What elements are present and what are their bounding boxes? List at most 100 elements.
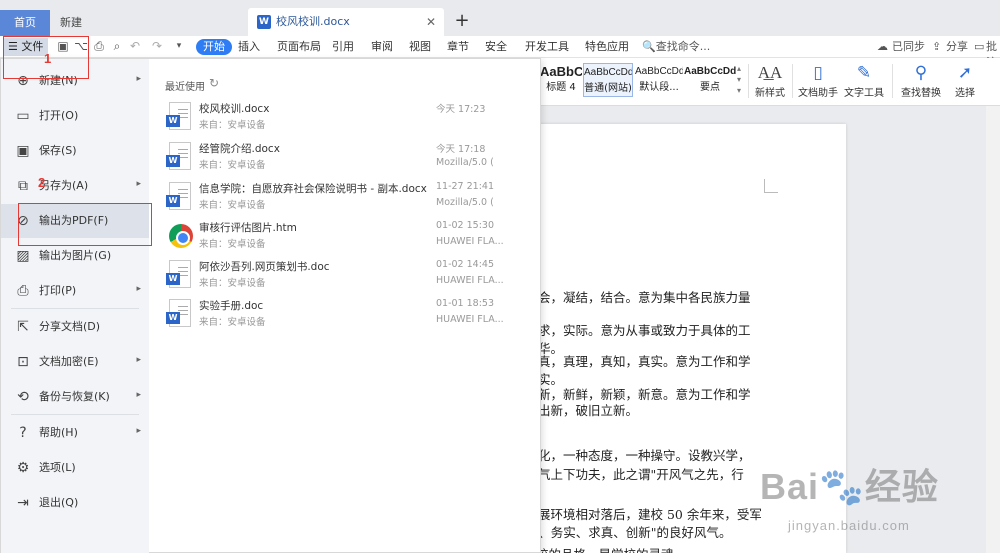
page-corner-mark <box>764 179 778 193</box>
recent-file-item[interactable]: W 信息学院：自愿放弃社会保险说明书 - 副本.docx 来自：安卓设备 11-… <box>161 179 531 217</box>
tab-new[interactable]: 新建 <box>50 10 248 36</box>
recent-file-item[interactable]: W 经管院介绍.docx 来自：安卓设备 今天 17:18 Mozilla/5.… <box>161 139 531 177</box>
image-icon: ▨ <box>16 248 30 264</box>
menu-item-backup[interactable]: ⟲ 备份与恢复(K) ▸ <box>1 380 149 414</box>
menu-item-save-as[interactable]: ⧉ 另存为(A) ▸ <box>1 169 149 203</box>
save-icon: ▣ <box>16 143 30 159</box>
tab-references[interactable]: 引用 <box>332 39 354 55</box>
style-key-points[interactable]: AaBbCcDd 要点 <box>684 63 736 97</box>
new-style-button[interactable]: A͟A 新样式 <box>752 62 788 99</box>
help-icon: ? <box>19 425 27 441</box>
close-tab-icon[interactable]: ✕ <box>426 8 436 36</box>
menu-item-share[interactable]: ⇱ 分享文档(D) <box>1 310 149 344</box>
print-preview-icon[interactable]: ⌕ <box>110 39 124 53</box>
select-button[interactable]: ➚ 选择 <box>950 62 980 99</box>
tab-page-layout[interactable]: 页面布局 <box>277 39 321 55</box>
file-menu-commands: ⊕ 新建(N) ▸ ▭ 打开(O) ▣ 保存(S) ⧉ 另存为(A) ▸ ⊘ 输… <box>1 59 149 553</box>
customize-dropdown-icon[interactable]: ▾ <box>172 39 186 53</box>
undo-icon[interactable]: ↶ <box>128 39 142 53</box>
ribbon: AaBbC 标题 4 AaBbCcDd 普通(网站) AaBbCcDd 默认段.… <box>540 58 1000 106</box>
annotation-step1-number: 1 <box>44 51 52 66</box>
add-tab-button[interactable]: + <box>454 10 470 32</box>
tab-review[interactable]: 审阅 <box>371 39 393 55</box>
doc-helper-button[interactable]: ▯ 文档助手 <box>798 62 838 99</box>
cloud-sync-icon[interactable]: ☁ <box>877 39 888 55</box>
backup-icon: ⟲ <box>17 389 29 405</box>
doc-helper-icon: ▯ <box>813 63 823 83</box>
refresh-icon[interactable]: ↻ <box>209 76 219 90</box>
recent-file-item[interactable]: W 实验手册.doc 来自：安卓设备 01-01 18:53 HUAWEI FL… <box>161 296 531 334</box>
ribbon-divider <box>792 64 793 98</box>
search-icon: ⚲ <box>914 63 928 83</box>
annotation-box-step2 <box>18 203 152 246</box>
command-search[interactable]: 🔍查找命令... <box>642 39 710 55</box>
chevron-right-icon: ▸ <box>136 355 141 365</box>
tab-insert[interactable]: 插入 <box>238 39 260 55</box>
doc-line: 求，实际。意为从事或致力于具体的工 <box>538 323 751 338</box>
style-default-paragraph[interactable]: AaBbCcDd 默认段... <box>635 63 683 97</box>
find-replace-button[interactable]: ⚲ 查找替换 <box>898 62 944 99</box>
recent-files-title: 最近使用 <box>165 82 205 93</box>
ribbon-divider <box>892 64 893 98</box>
menu-item-options[interactable]: ⚙ 选项(L) <box>1 451 149 485</box>
doc-line: 真，真理，真知，真实。意为工作和学 <box>538 354 751 369</box>
word-file-icon: W <box>166 102 191 130</box>
ribbon-divider <box>748 64 749 98</box>
baidu-jingyan-watermark: Bai🐾经验 jingyan.baidu.com <box>760 458 990 548</box>
share-icon[interactable]: ⇪ <box>932 39 941 55</box>
tab-features[interactable]: 特色应用 <box>585 39 629 55</box>
chevron-right-icon: ▸ <box>136 74 141 84</box>
chevron-right-icon: ▸ <box>136 179 141 189</box>
tab-document-label: 校风校训.docx <box>276 15 350 28</box>
doc-line: 会，凝结，结合。意为集中各民族力量 <box>538 290 751 305</box>
print-icon: ⎙ <box>17 283 29 299</box>
annotation-step2-number: 2 <box>38 175 46 190</box>
menu-item-encrypt[interactable]: ⊡ 文档加密(E) ▸ <box>1 345 149 379</box>
menu-bar: ☰ 文件 ▣ ⌥ ⎙ ⌕ ↶ ↷ ▾ 开始 插入 页面布局 引用 审阅 视图 章… <box>0 36 1000 69</box>
chrome-file-icon <box>169 224 193 248</box>
text-tools-button[interactable]: ✎ 文字工具 <box>842 62 886 99</box>
style-normal-web[interactable]: AaBbCcDd 普通(网站) <box>583 63 633 97</box>
menu-item-open[interactable]: ▭ 打开(O) <box>1 99 149 133</box>
doc-line: 展环境相对落后，建校 50 余年来，受军 <box>538 507 762 522</box>
doc-line: 气上下功夫，此之谓"开风气之先，行 <box>538 467 744 482</box>
menu-item-print[interactable]: ⎙ 打印(P) ▸ <box>1 274 149 308</box>
recent-file-item[interactable]: W 校风校训.docx 来自：安卓设备 今天 17:23 <box>161 99 531 137</box>
redo-icon[interactable]: ↷ <box>150 39 164 53</box>
menu-item-exit[interactable]: ⇥ 退出(Q) <box>1 486 149 520</box>
print-icon[interactable]: ⎙ <box>92 39 106 53</box>
menu-divider <box>11 414 139 415</box>
recent-file-item[interactable]: 审核行评估图片.htm 来自：安卓设备 01-02 15:30 HUAWEI F… <box>161 218 531 256</box>
recent-file-item[interactable]: W 阿依沙吾列.网页策划书.doc 来自：安卓设备 01-02 14:45 HU… <box>161 257 531 295</box>
tab-security[interactable]: 安全 <box>485 39 507 55</box>
style-heading4[interactable]: AaBbC 标题 4 <box>540 63 582 97</box>
tab-document[interactable]: W 校风校训.docx ✕ <box>248 8 444 36</box>
share-button[interactable]: 分享 <box>946 39 968 55</box>
chevron-right-icon: ▸ <box>136 426 141 436</box>
watermark-brand: Bai🐾经验 <box>760 466 939 507</box>
style-scroll-icon[interactable]: ▴ ▾ ▾ <box>737 63 745 97</box>
tab-developer[interactable]: 开发工具 <box>525 39 569 55</box>
lock-icon: ⊡ <box>17 354 29 370</box>
chevron-right-icon: ▸ <box>136 284 141 294</box>
word-doc-icon: W <box>257 15 271 29</box>
sync-status[interactable]: 已同步 <box>892 39 925 55</box>
word-file-icon: W <box>166 260 191 288</box>
menu-item-help[interactable]: ? 帮助(H) ▸ <box>1 416 149 450</box>
save-as-icon: ⧉ <box>18 178 28 194</box>
menu-item-save[interactable]: ▣ 保存(S) <box>1 134 149 168</box>
doc-line: 出新，破旧立新。 <box>538 403 639 418</box>
tab-chapter[interactable]: 章节 <box>447 39 469 55</box>
tab-view[interactable]: 视图 <box>409 39 431 55</box>
menu-divider <box>11 308 139 309</box>
new-style-icon: A͟A <box>757 63 783 82</box>
doc-line: 化，一种态度，一种操守。设教兴学， <box>538 448 751 463</box>
word-file-icon: W <box>166 182 191 210</box>
chevron-right-icon: ▸ <box>136 390 141 400</box>
exit-icon: ⇥ <box>17 495 29 511</box>
tab-home[interactable]: 首页 <box>0 10 50 36</box>
watermark-url: jingyan.baidu.com <box>788 518 910 533</box>
tab-start[interactable]: 开始 <box>196 39 232 55</box>
word-file-icon: W <box>166 142 191 170</box>
comment-icon[interactable]: ▭ <box>974 39 984 55</box>
